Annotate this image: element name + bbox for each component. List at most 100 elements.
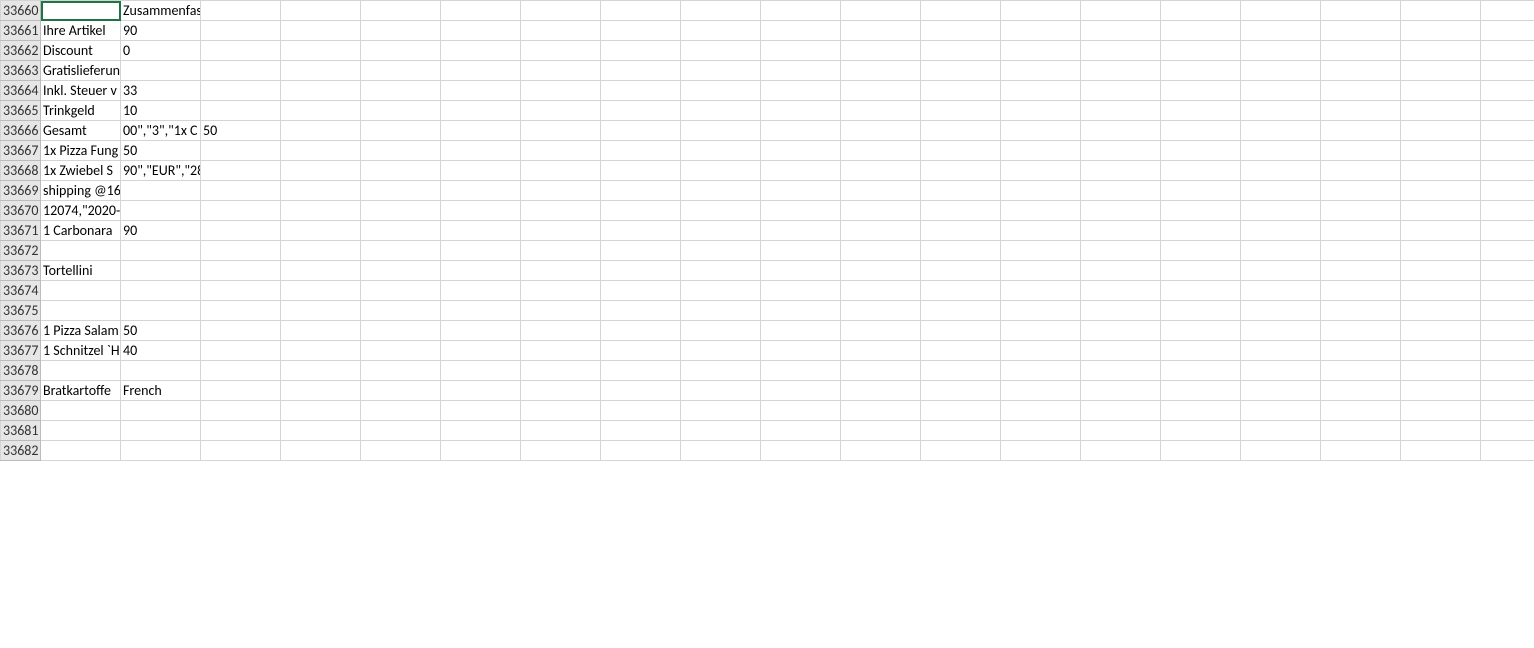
cell[interactable] [41, 361, 121, 381]
cell[interactable] [521, 121, 601, 141]
cell[interactable] [761, 381, 841, 401]
cell[interactable] [361, 161, 441, 181]
cell[interactable] [521, 381, 601, 401]
cell[interactable] [201, 81, 281, 101]
cell[interactable] [1161, 1, 1241, 21]
spreadsheet-grid[interactable]: 33660Zusammenfassung33661Ihre Artikel903… [0, 0, 1534, 461]
cell[interactable] [1241, 121, 1321, 141]
cell[interactable] [921, 321, 1001, 341]
cell[interactable] [681, 241, 761, 261]
cell[interactable]: Bratkartoffe [41, 381, 121, 401]
cell[interactable] [281, 341, 361, 361]
cell[interactable] [921, 141, 1001, 161]
cell[interactable] [441, 61, 521, 81]
cell[interactable]: shipping @16%","16%","0","5%","1.33","16… [41, 181, 121, 201]
row-header[interactable]: 33666 [1, 121, 41, 141]
cell[interactable] [201, 441, 281, 461]
cell[interactable] [201, 381, 281, 401]
cell[interactable] [1161, 301, 1241, 321]
cell[interactable] [361, 101, 441, 121]
cell[interactable] [281, 221, 361, 241]
cell[interactable] [201, 61, 281, 81]
cell[interactable] [1081, 341, 1161, 361]
cell[interactable] [1401, 381, 1481, 401]
cell[interactable] [761, 141, 841, 161]
cell[interactable] [521, 1, 601, 21]
cell[interactable] [201, 321, 281, 341]
cell[interactable] [1161, 341, 1241, 361]
row-header[interactable]: 33670 [1, 201, 41, 221]
cell[interactable] [681, 261, 761, 281]
cell[interactable] [761, 1, 841, 21]
cell[interactable] [521, 141, 601, 161]
cell[interactable] [521, 421, 601, 441]
cell[interactable] [361, 241, 441, 261]
cell[interactable] [1321, 141, 1401, 161]
cell[interactable] [921, 241, 1001, 261]
cell[interactable]: 1 Schnitzel `H [41, 341, 121, 361]
cell[interactable] [681, 301, 761, 321]
cell[interactable] [521, 301, 601, 321]
cell[interactable] [281, 1, 361, 21]
cell[interactable] [601, 81, 681, 101]
cell[interactable] [1481, 141, 1534, 161]
cell[interactable] [841, 381, 921, 401]
cell[interactable] [681, 381, 761, 401]
cell[interactable] [361, 1, 441, 21]
cell[interactable] [1481, 361, 1534, 381]
cell[interactable] [1481, 41, 1534, 61]
cell[interactable] [1481, 341, 1534, 361]
cell[interactable] [841, 441, 921, 461]
cell[interactable] [1161, 261, 1241, 281]
cell[interactable] [761, 121, 841, 141]
cell[interactable] [281, 421, 361, 441]
cell[interactable] [841, 121, 921, 141]
cell[interactable] [681, 441, 761, 461]
cell[interactable] [521, 61, 601, 81]
cell[interactable] [1001, 41, 1081, 61]
cell[interactable] [1001, 241, 1081, 261]
cell[interactable] [361, 41, 441, 61]
cell[interactable] [361, 201, 441, 221]
cell[interactable]: Gratislieferung [41, 61, 121, 81]
cell[interactable] [921, 341, 1001, 361]
cell[interactable] [1001, 101, 1081, 121]
cell[interactable] [761, 21, 841, 41]
cell[interactable] [1401, 441, 1481, 461]
cell[interactable] [841, 21, 921, 41]
cell[interactable] [1001, 361, 1081, 381]
cell[interactable] [681, 361, 761, 381]
cell[interactable] [1081, 181, 1161, 201]
cell[interactable] [121, 241, 201, 261]
cell[interactable] [441, 121, 521, 141]
cell[interactable] [1241, 261, 1321, 281]
cell[interactable] [841, 81, 921, 101]
cell[interactable] [281, 241, 361, 261]
cell[interactable] [521, 101, 601, 121]
cell[interactable] [441, 201, 521, 221]
cell[interactable] [1001, 121, 1081, 141]
cell[interactable] [1321, 241, 1401, 261]
cell[interactable] [1321, 1, 1401, 21]
cell[interactable]: 50 [121, 141, 201, 161]
cell[interactable] [841, 241, 921, 261]
cell[interactable] [281, 301, 361, 321]
cell[interactable] [361, 141, 441, 161]
cell[interactable] [441, 81, 521, 101]
cell[interactable] [201, 421, 281, 441]
cell[interactable] [601, 281, 681, 301]
cell[interactable] [1001, 381, 1081, 401]
cell[interactable] [681, 421, 761, 441]
row-header[interactable]: 33664 [1, 81, 41, 101]
cell[interactable] [1321, 81, 1401, 101]
cell[interactable] [1481, 121, 1534, 141]
cell[interactable] [1481, 81, 1534, 101]
cell[interactable] [41, 401, 121, 421]
cell[interactable] [1081, 121, 1161, 141]
cell[interactable] [1001, 301, 1081, 321]
cell[interactable] [841, 421, 921, 441]
cell[interactable] [681, 161, 761, 181]
cell[interactable] [41, 281, 121, 301]
cell[interactable] [1161, 61, 1241, 81]
cell[interactable] [761, 421, 841, 441]
